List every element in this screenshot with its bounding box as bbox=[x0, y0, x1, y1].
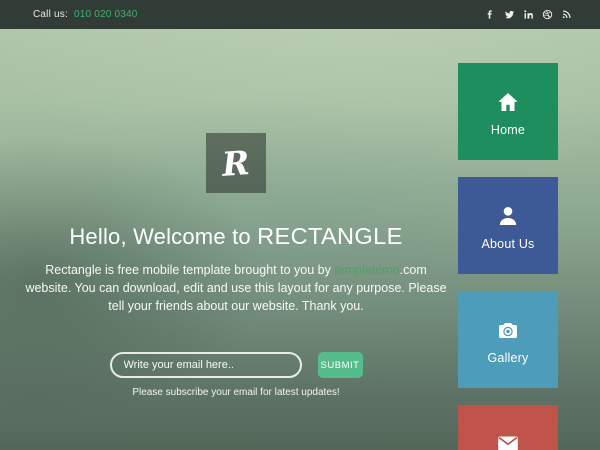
sidebar-item-label: About Us bbox=[481, 237, 534, 251]
logo: R bbox=[206, 133, 266, 193]
submit-button[interactable]: SUBMIT bbox=[318, 352, 363, 378]
email-input[interactable] bbox=[110, 352, 302, 378]
logo-letter: R bbox=[221, 143, 251, 184]
subscribe-note: Please subscribe your email for latest u… bbox=[20, 387, 452, 398]
sidebar-menu: Home About Us Gallery bbox=[458, 63, 558, 450]
page-title: Hello, Welcome to RECTANGLE bbox=[20, 223, 452, 250]
facebook-icon[interactable] bbox=[485, 9, 496, 20]
rss-icon[interactable] bbox=[561, 9, 572, 20]
templatemo-link[interactable]: templatemo bbox=[334, 263, 399, 277]
user-icon bbox=[496, 204, 520, 228]
phone-link[interactable]: 010 020 0340 bbox=[74, 9, 138, 20]
call-us: Call us: 010 020 0340 bbox=[33, 9, 138, 20]
page: Call us: 010 020 0340 R Hello, Welcom bbox=[0, 0, 600, 450]
twitter-icon[interactable] bbox=[504, 9, 515, 20]
home-icon bbox=[496, 90, 520, 114]
topbar: Call us: 010 020 0340 bbox=[0, 0, 600, 29]
heading-brand: RECTANGLE bbox=[257, 223, 403, 249]
sidebar-item-label: Gallery bbox=[488, 351, 529, 365]
sidebar-item-gallery[interactable]: Gallery bbox=[458, 291, 558, 388]
intro-text-before: Rectangle is free mobile template brough… bbox=[45, 263, 334, 277]
sidebar-item-label: Home bbox=[491, 123, 525, 137]
sidebar-item-about-us[interactable]: About Us bbox=[458, 177, 558, 274]
heading-prefix: Hello, Welcome to bbox=[69, 224, 257, 249]
linkedin-icon[interactable] bbox=[523, 9, 534, 20]
envelope-icon bbox=[496, 432, 520, 450]
call-us-label: Call us: bbox=[33, 9, 68, 20]
subscribe-form: SUBMIT bbox=[20, 352, 452, 378]
sidebar-item-contact[interactable] bbox=[458, 405, 558, 450]
social-links bbox=[485, 9, 572, 20]
dribbble-icon[interactable] bbox=[542, 9, 553, 20]
sidebar-item-home[interactable]: Home bbox=[458, 63, 558, 160]
hero-section: R Hello, Welcome to RECTANGLE Rectangle … bbox=[20, 0, 452, 450]
camera-icon bbox=[496, 318, 520, 342]
intro-paragraph: Rectangle is free mobile template brough… bbox=[24, 261, 448, 315]
